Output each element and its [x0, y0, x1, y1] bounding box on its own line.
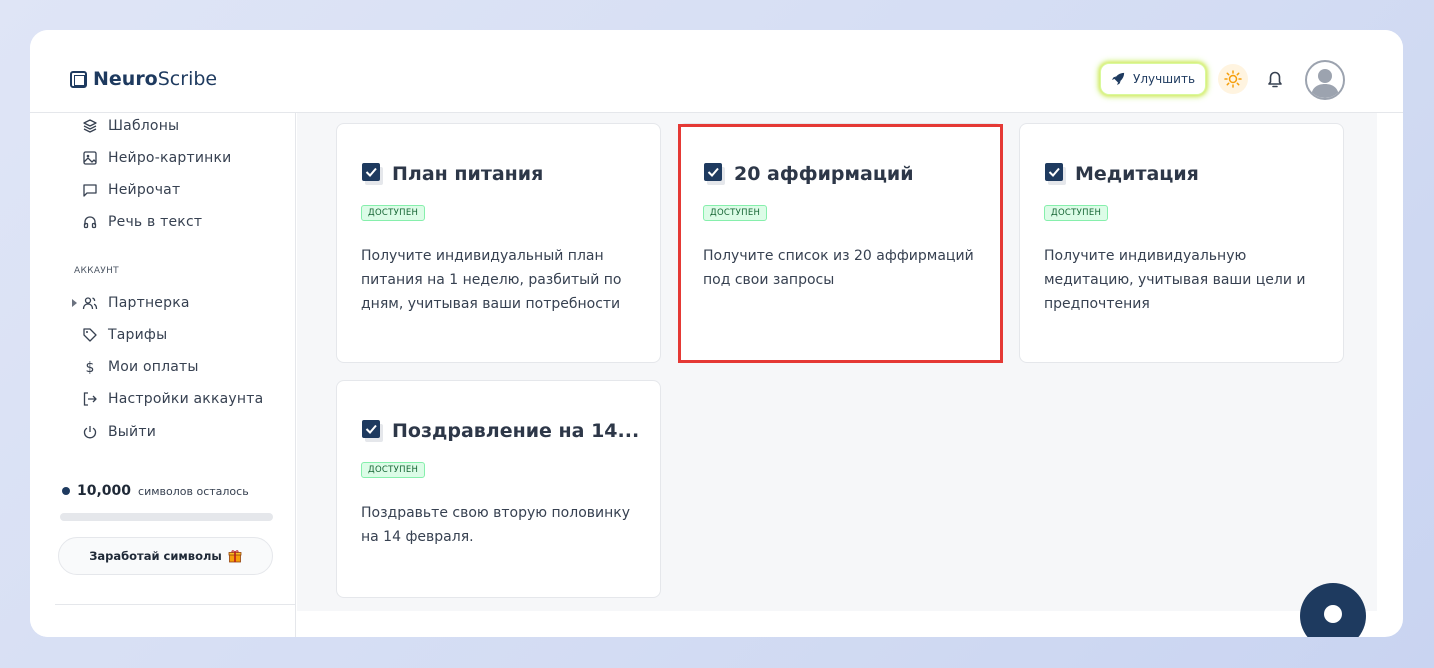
- sidebar-item-templates[interactable]: Шаблоны: [82, 118, 179, 134]
- checkbox-icon: [704, 163, 725, 185]
- sidebar-item-label: Мои оплаты: [108, 359, 199, 375]
- status-badge: ДОСТУПЕН: [361, 462, 426, 478]
- layers-icon: [83, 119, 97, 133]
- bell-icon[interactable]: [1264, 68, 1286, 90]
- sidebar-item-logout[interactable]: Выйти: [82, 424, 156, 440]
- template-card[interactable]: 20 аффирмаций ДОСТУПЕН Получите список и…: [678, 123, 1003, 363]
- chevron-right-icon: [72, 299, 77, 307]
- logo-bold-text: Neuro: [93, 68, 158, 90]
- card-title-row: План питания: [362, 162, 543, 186]
- sidebar-item-neurochat[interactable]: Нейрочат: [82, 182, 180, 198]
- status-badge: ДОСТУПЕН: [361, 205, 426, 221]
- card-description: Получите список из 20 аффирмаций под сво…: [703, 248, 974, 288]
- earn-symbols-label: Заработай символы: [89, 549, 222, 563]
- credits-text: символов осталось: [138, 484, 249, 498]
- upgrade-button[interactable]: Улучшить: [1100, 63, 1207, 95]
- credits-remaining: 10,000 символов осталось: [62, 483, 249, 499]
- sidebar-item-label: Тарифы: [108, 327, 168, 343]
- headphones-icon: [83, 216, 97, 229]
- card-title: Медитация: [1075, 163, 1199, 185]
- template-card[interactable]: Медитация ДОСТУПЕН Получите индивидуальн…: [1019, 123, 1344, 363]
- app-logo[interactable]: NeuroScribe: [70, 68, 217, 90]
- gift-icon: [228, 550, 242, 563]
- logo-text: Scribe: [157, 68, 218, 90]
- tag-icon: [83, 328, 97, 342]
- sidebar-item-label: Шаблоны: [108, 118, 180, 134]
- sidebar: Шаблоны Нейро-картинки Нейрочат Речь в т…: [30, 113, 296, 637]
- earn-symbols-button[interactable]: Заработай символы: [58, 537, 273, 575]
- card-title: Поздравление на 14...: [392, 420, 640, 442]
- sidebar-item-label: Выйти: [108, 424, 157, 440]
- credits-value: 10,000: [77, 483, 132, 499]
- card-title: 20 аффирмаций: [734, 163, 914, 185]
- chat-icon: [83, 184, 97, 197]
- logo-icon: [70, 70, 87, 88]
- sidebar-item-account-settings[interactable]: Настройки аккаунта: [82, 391, 263, 407]
- user-avatar[interactable]: [1305, 60, 1345, 100]
- power-icon: [83, 426, 97, 439]
- card-title-row: Медитация: [1045, 162, 1199, 186]
- status-badge: ДОСТУПЕН: [1044, 205, 1109, 221]
- sidebar-item-label: Нейро-картинки: [108, 150, 232, 166]
- svg-text:$: $: [85, 360, 94, 375]
- templates-grid: План питания ДОСТУПЕН Получите индивидуа…: [297, 113, 1377, 611]
- card-description: Получите индивидуальную медитацию, учиты…: [1044, 248, 1306, 312]
- sidebar-item-neuro-images[interactable]: Нейро-картинки: [82, 150, 231, 166]
- image-icon: [83, 151, 97, 165]
- sun-icon: [1224, 70, 1242, 88]
- sidebar-item-partner[interactable]: Партнерка: [72, 295, 190, 311]
- template-card[interactable]: План питания ДОСТУПЕН Получите индивидуа…: [336, 123, 661, 363]
- dollar-icon: $: [85, 360, 94, 375]
- logout-arrow-icon: [83, 392, 97, 406]
- sidebar-divider: [55, 604, 296, 605]
- checkbox-icon: [1045, 163, 1066, 185]
- sidebar-item-label: Партнерка: [108, 295, 190, 311]
- top-bar: NeuroScribe Улучшить: [30, 30, 1403, 113]
- card-description: Получите индивидуальный план питания на …: [361, 248, 622, 312]
- rocket-icon: [1111, 72, 1125, 86]
- sidebar-item-speech-to-text[interactable]: Речь в текст: [82, 214, 202, 230]
- checkbox-icon: [362, 163, 383, 185]
- status-badge: ДОСТУПЕН: [703, 205, 768, 221]
- app-window: NeuroScribe Улучшить Шаблоны Нейро-карти…: [30, 30, 1403, 637]
- theme-toggle-button[interactable]: [1218, 64, 1248, 94]
- credits-progress-bar: [60, 513, 273, 521]
- checkbox-icon: [362, 420, 383, 442]
- chat-icon: [1324, 605, 1342, 623]
- credits-dot-icon: [62, 487, 70, 495]
- sidebar-item-tariffs[interactable]: Тарифы: [82, 327, 167, 343]
- template-card[interactable]: Поздравление на 14... ДОСТУПЕН Поздравьт…: [336, 380, 661, 598]
- sidebar-item-payments[interactable]: $ Мои оплаты: [82, 359, 199, 375]
- user-avatar-icon: [1311, 69, 1339, 98]
- users-icon: [82, 297, 98, 310]
- card-title-row: 20 аффирмаций: [704, 162, 914, 186]
- upgrade-label: Улучшить: [1133, 72, 1196, 86]
- card-title-row: Поздравление на 14...: [362, 419, 639, 443]
- card-title: План питания: [392, 163, 544, 185]
- sidebar-item-label: Нейрочат: [108, 182, 181, 198]
- card-description: Поздравьте свою вторую половинку на 14 ф…: [361, 505, 631, 545]
- sidebar-item-label: Настройки аккаунта: [108, 391, 264, 407]
- section-label-account: АККАУНТ: [74, 266, 119, 276]
- sidebar-item-label: Речь в текст: [108, 214, 203, 230]
